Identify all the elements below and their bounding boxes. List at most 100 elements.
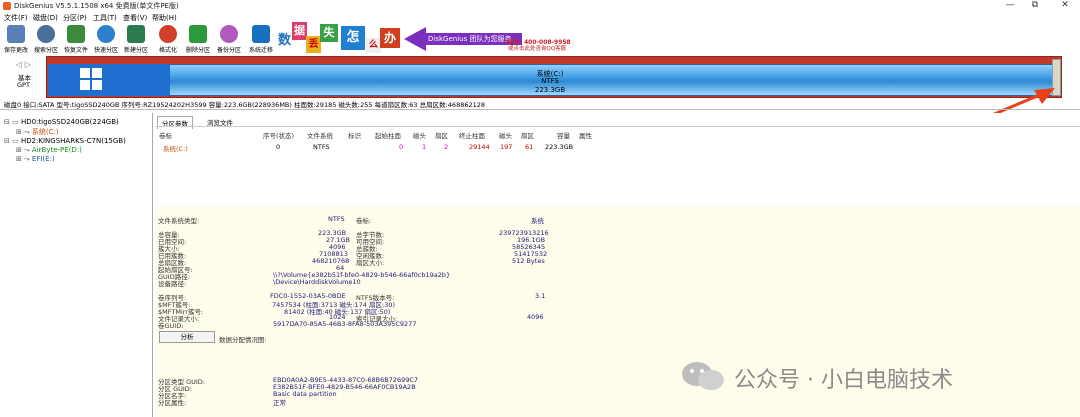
tree-item-disk2[interactable]: ⊟ ▭ HD2:KINGSHARKS-C7N(15GB) [4,137,126,145]
tree-item-partition-e[interactable]: ⊞ ⤳ EFI(E:) [16,155,55,164]
col-header-end-head: 磁头 [499,132,512,140]
data-distribution-label: 数据分配情况图: [219,336,267,344]
device-path-label: 设备路径: [158,280,187,288]
search-partition-button[interactable]: 搜索分区 [32,23,60,56]
menu-bar: 文件(F) 磁盘(D) 分区(P) 工具(T) 查看(V) 帮助(H) [0,12,1080,23]
disk-style-label: GPT [17,81,30,89]
fs-type-label: 文件系统类型: [158,217,200,225]
row-size: 223.3GB [545,143,574,151]
col-header-start-head: 磁头 [413,132,426,140]
search-partition-icon [37,25,55,43]
menu-file[interactable]: 文件(F) [4,13,28,23]
tree-disk0-label: HD0:tigoSSD240GB(224GB) [20,118,119,126]
windows-logo-icon [80,68,102,90]
disk-nav-arrows[interactable]: ◁ ▷ [16,60,31,69]
close-button[interactable]: ✕ [1050,0,1080,12]
volguid-label: 卷GUID: [158,322,184,330]
tree-item-partition-d[interactable]: ⊞ ⤳ AirByte-PE(D:) [16,146,82,155]
toolbar-label: 备份分区 [216,47,241,54]
row-start-sec: 2 [444,143,449,151]
col-header-id: 标识 [348,132,361,140]
row-start-cyl: 0 [399,143,404,151]
volguid-value: 5917DA70-85A5-46B3-8FA8-503A395C9277 [273,320,417,328]
disk-info-bar: 磁盘0 接口:SATA 型号:tigoSSD240GB 序列号:RZ195242… [4,101,486,109]
tab-partition-params[interactable]: 分区参数 [157,116,193,129]
fs-type-value: NTFS [328,215,345,223]
menu-disk[interactable]: 磁盘(D) [33,13,58,23]
tree-partition-e-label: EFI(E:) [31,155,55,163]
system-migrate-icon [252,25,270,43]
col-header-start-cyl: 起始柱面 [375,132,401,140]
format-icon [159,25,177,43]
ad-tile[interactable]: 办 [380,28,400,48]
restore-button[interactable]: ⧉ [1020,0,1050,12]
tree-partition-c-label: 系统(C:) [31,128,59,136]
col-header-end-cyl: 终止柱面 [459,132,485,140]
wechat-icon [682,362,724,390]
backup-partition-icon [220,25,238,43]
row-fs: NTFS [313,143,330,151]
partition-used-fill [48,64,170,96]
ad-tile[interactable]: 据 [292,22,307,40]
quick-partition-icon [97,25,115,43]
analyze-button[interactable]: 分析 [159,331,215,343]
delete-partition-icon [189,25,207,43]
device-path-value: \Device\HarddiskVolume10 [273,278,361,286]
col-header-attr: 属性 [579,132,592,140]
col-header-index: 序号(状态) [263,132,295,140]
toolbar-label: 新建分区 [123,47,148,54]
ad-tile[interactable]: 数 [276,30,293,52]
table-row[interactable]: 系统(C:) 0 NTFS 0 1 2 29144 197 61 223.3GB [155,141,1080,153]
row-name: 系统(C:) [163,145,188,153]
sector-size-value: 512 Bytes [512,257,545,265]
delete-partition-button[interactable]: 删除分区 [184,23,212,56]
ad-banner[interactable]: DiskGenius 团队为您服务 电话：400-008-9958 或点击此处咨… [404,25,571,52]
disk-tree-pane: ⊟ ▭ HD0:tigoSSD240GB(224GB) ⊞ ⤳ 系统(C:) ⊟… [0,113,153,417]
save-icon [7,25,25,43]
format-button[interactable]: 格式化 [154,23,182,56]
sector-size-label: 扇区大小: [356,259,385,267]
ad-tile[interactable]: 么 [366,38,381,53]
index-value: 4096 [527,313,544,321]
pattr-label: 分区属性: [158,399,187,407]
col-header-fs: 文件系统 [307,132,333,140]
ad-qq[interactable]: 或点击此处咨询QQ客服 [508,44,566,52]
app-icon [3,2,11,10]
ad-tile[interactable]: 怎 [341,26,365,50]
ad-tile[interactable]: 失 [320,24,338,42]
tree-item-partition-c[interactable]: ⊞ ⤳ 系统(C:) [16,127,59,137]
vol-label-label: 卷标: [356,217,372,225]
window-title: DiskGenius V5.5.1.1508 x64 免费版(单文件PE版) [14,2,179,10]
watermark-text: 公众号 · 小白电脑技术 [734,368,953,393]
save-changes-button[interactable]: 保存更改 [2,23,30,56]
ad-tile[interactable]: 丢 [306,36,321,53]
system-migrate-button[interactable]: 系统迁移 [247,23,275,56]
tree-partition-d-label: AirByte-PE(D:) [31,146,82,154]
tab-divider [155,126,1080,127]
col-header-start-sec: 扇区 [435,132,448,140]
tree-disk2-label: HD2:KINGSHARKS-C7N(15GB) [20,137,126,145]
row-start-head: 1 [422,143,427,151]
col-header-label: 卷标 [159,132,172,140]
recover-file-button[interactable]: 恢复文件 [62,23,90,56]
row-end-sec: 61 [525,143,534,151]
menu-view[interactable]: 查看(V) [123,13,147,23]
ad-tagline: DiskGenius 团队为您服务 [428,35,512,43]
title-bar: DiskGenius V5.5.1.1508 x64 免费版(单文件PE版) —… [0,0,1080,12]
row-end-cyl: 29144 [469,143,490,151]
partition-fs: NTFS [541,77,559,85]
row-end-head: 197 [500,143,513,151]
new-partition-button[interactable]: 新建分区 [122,23,150,56]
row-index: 0 [276,143,281,151]
vol-label-value: 系统 [531,217,544,225]
backup-partition-button[interactable]: 备份分区 [215,23,243,56]
quick-partition-button[interactable]: 快速分区 [92,23,120,56]
menu-help[interactable]: 帮助(H) [152,13,177,23]
menu-tools[interactable]: 工具(T) [93,13,117,23]
col-header-size: 容量 [557,132,570,140]
pattr-value: 正常 [273,399,286,407]
ntfs-ver-value: 3.1 [535,292,546,300]
tree-item-disk0[interactable]: ⊟ ▭ HD0:tigoSSD240GB(224GB) [4,118,119,126]
menu-partition[interactable]: 分区(P) [63,13,87,23]
divider [0,109,1080,110]
